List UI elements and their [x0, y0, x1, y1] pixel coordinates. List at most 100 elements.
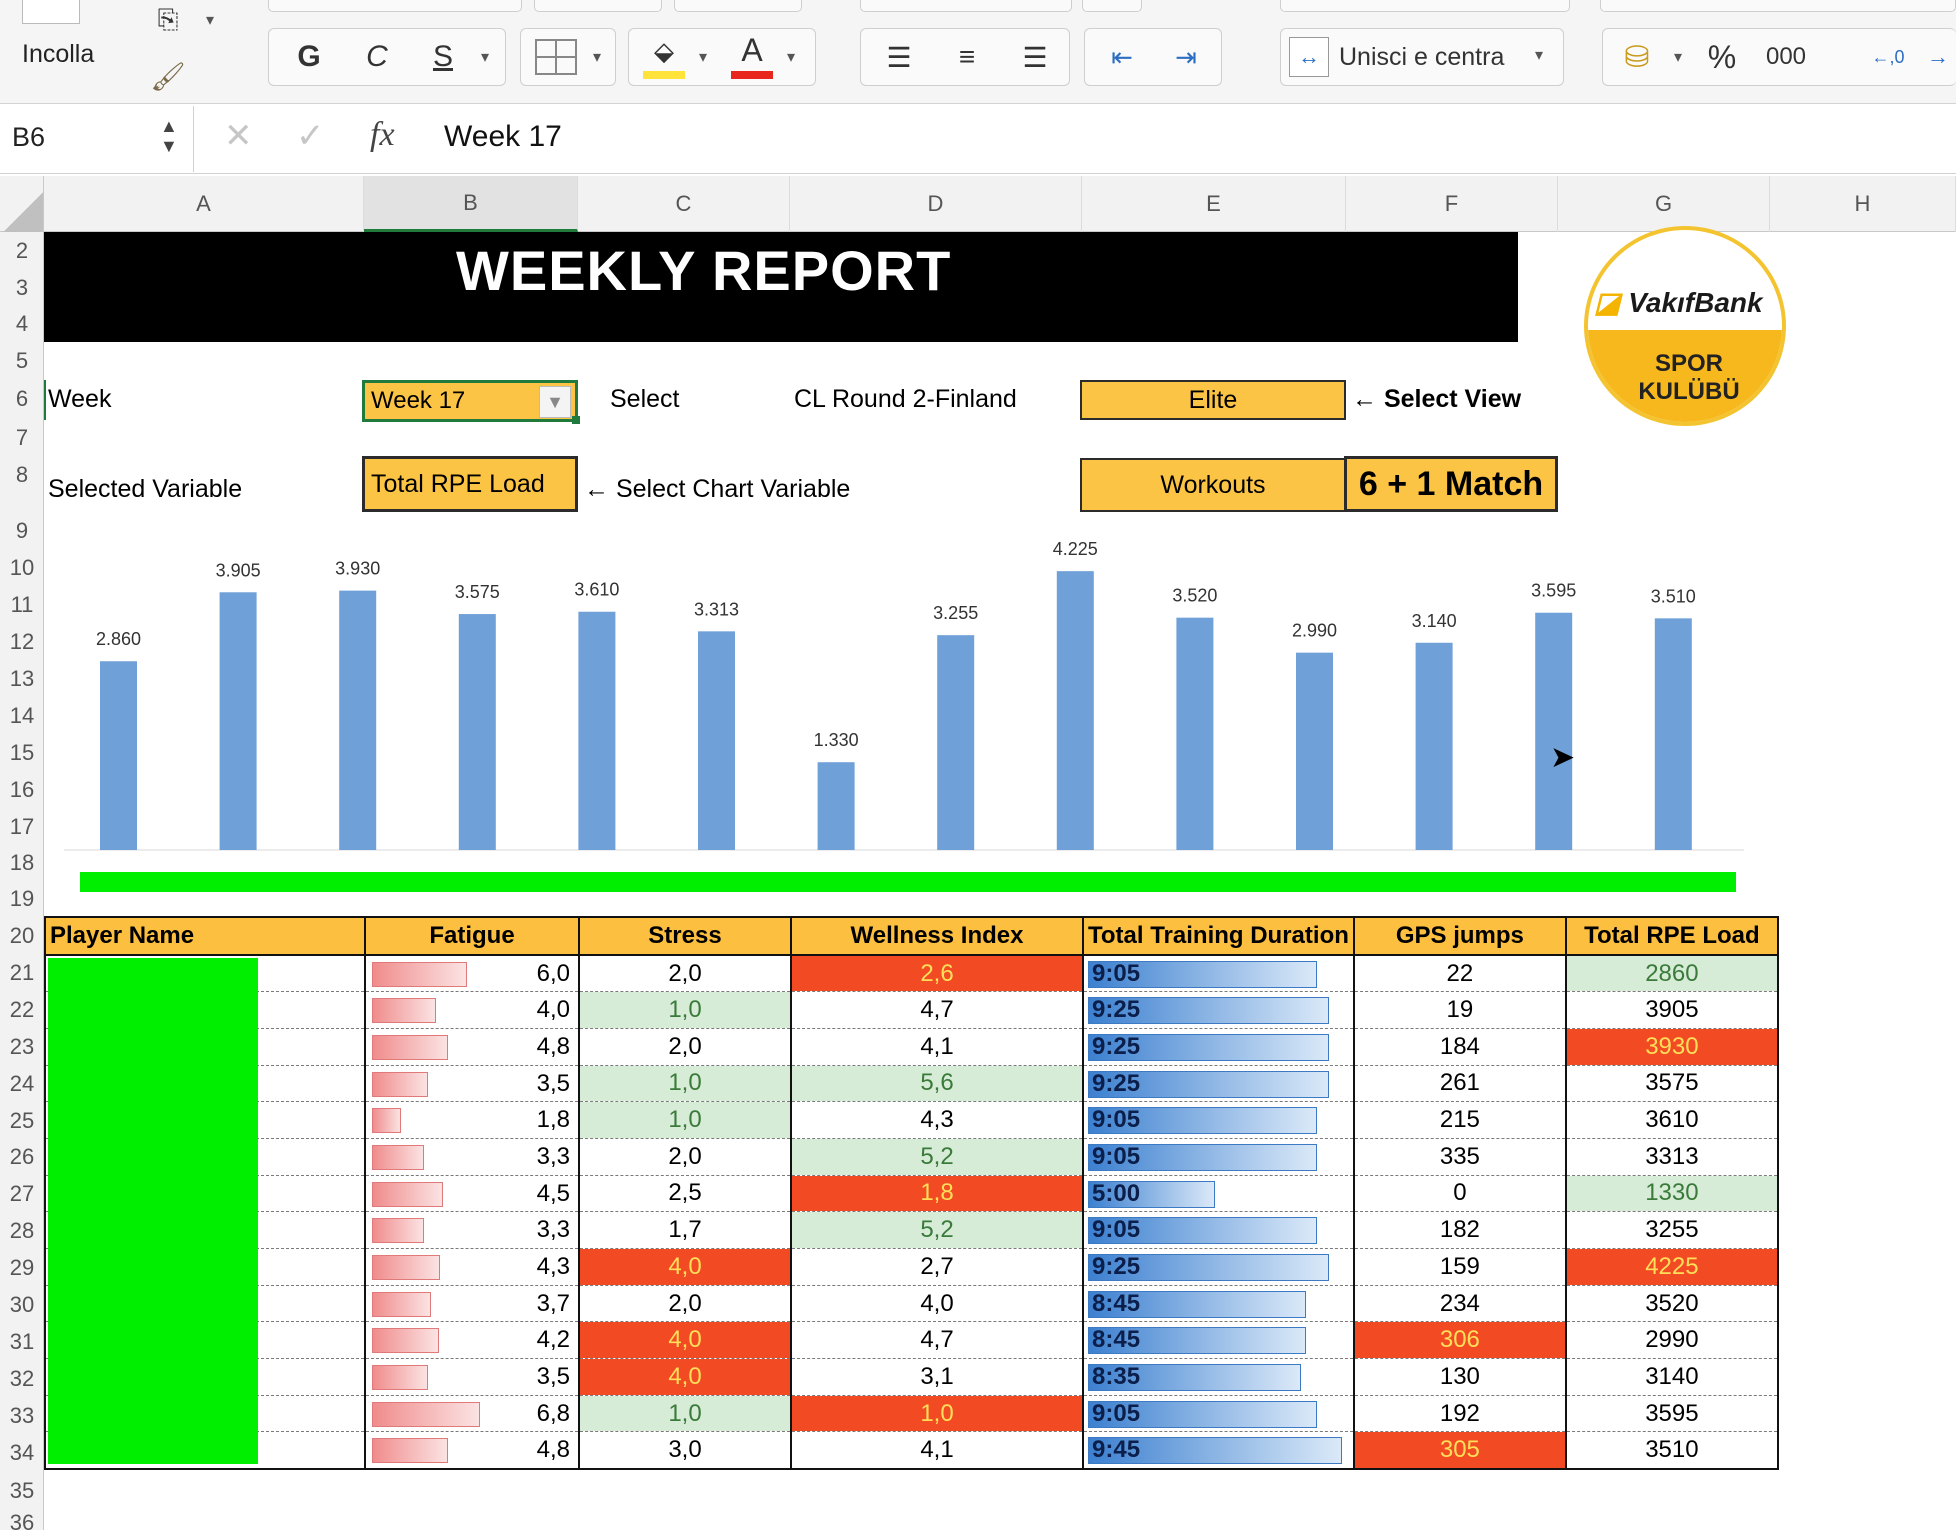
stress-cell[interactable]: 2,0	[578, 1138, 792, 1176]
wellness-cell[interactable]: 2,6	[790, 955, 1084, 993]
currency-icon[interactable]: ⛁	[1609, 33, 1665, 81]
row-header-35[interactable]: 35	[0, 1478, 44, 1504]
rpe-load-cell[interactable]: 2860	[1564, 955, 1779, 993]
stress-cell[interactable]: 1,0	[578, 991, 792, 1029]
wellness-cell[interactable]: 4,7	[790, 1321, 1084, 1360]
increase-decimal-icon[interactable]: →	[1921, 33, 1955, 81]
fatigue-cell[interactable]: 4,0	[364, 991, 580, 1029]
wellness-cell[interactable]: 4,1	[790, 1431, 1084, 1470]
header-player-name[interactable]: Player Name	[44, 916, 366, 956]
stress-cell[interactable]: 1,0	[578, 1101, 792, 1139]
fatigue-cell[interactable]: 4,3	[364, 1248, 580, 1286]
chart-bar[interactable]	[1296, 652, 1333, 850]
rpe-load-cell[interactable]: 3930	[1564, 1028, 1779, 1066]
paste-label[interactable]: Incolla	[22, 40, 94, 69]
chart-bar[interactable]	[1415, 642, 1453, 850]
duration-cell[interactable]: 9:05	[1082, 1101, 1355, 1139]
chart-bar[interactable]	[1056, 571, 1094, 850]
gps-jumps-cell[interactable]: 159	[1352, 1248, 1567, 1286]
bold-button[interactable]: G	[279, 33, 339, 81]
column-header-e[interactable]: E	[1082, 176, 1346, 232]
row-header-31[interactable]: 31	[0, 1329, 44, 1355]
orientation-box[interactable]	[860, 0, 1072, 12]
chart-bar[interactable]	[458, 614, 496, 850]
dropdown-arrow-icon[interactable]: ▼	[539, 386, 571, 418]
duration-cell[interactable]: 9:25	[1082, 1028, 1355, 1066]
duration-cell[interactable]: 5:00	[1082, 1175, 1355, 1213]
stress-cell[interactable]: 1,0	[578, 1395, 792, 1433]
merge-center-button[interactable]: ↔ Unisci e centra ▾	[1280, 28, 1564, 86]
gps-jumps-cell[interactable]: 22	[1352, 955, 1567, 993]
rpe-load-cell[interactable]: 4225	[1564, 1248, 1779, 1286]
rpe-load-cell[interactable]: 3595	[1564, 1395, 1779, 1433]
stress-cell[interactable]: 2,0	[578, 1285, 792, 1323]
row-header-2[interactable]: 2	[0, 238, 44, 264]
row-header-12[interactable]: 12	[0, 629, 44, 655]
row-header-20[interactable]: 20	[0, 923, 44, 949]
row-header-11[interactable]: 11	[0, 592, 44, 618]
row-header-18[interactable]: 18	[0, 850, 44, 876]
italic-button[interactable]: C	[347, 33, 407, 81]
wellness-cell[interactable]: 2,7	[790, 1248, 1084, 1286]
fill-handle[interactable]	[572, 416, 580, 424]
column-header-b[interactable]: B	[364, 176, 578, 232]
font-size-buttons[interactable]	[674, 0, 802, 12]
stress-cell[interactable]: 3,0	[578, 1431, 792, 1470]
rpe-load-cell[interactable]: 3610	[1564, 1101, 1779, 1139]
name-box[interactable]: B6 ▲ ▼	[0, 106, 194, 172]
wellness-cell[interactable]: 4,7	[790, 991, 1084, 1029]
wellness-cell[interactable]: 5,2	[790, 1211, 1084, 1249]
row-header-36[interactable]: 36	[0, 1510, 44, 1530]
column-header-d[interactable]: D	[790, 176, 1082, 232]
fatigue-cell[interactable]: 4,8	[364, 1431, 580, 1470]
wellness-cell[interactable]: 5,6	[790, 1065, 1084, 1103]
duration-cell[interactable]: 8:45	[1082, 1321, 1355, 1360]
wellness-cell[interactable]: 4,0	[790, 1285, 1084, 1323]
chart-bar[interactable]	[578, 611, 616, 850]
fatigue-cell[interactable]: 3,3	[364, 1138, 580, 1176]
row-header-10[interactable]: 10	[0, 555, 44, 581]
chart-bar[interactable]	[1176, 617, 1214, 850]
font-name-box[interactable]	[268, 0, 522, 12]
fatigue-cell[interactable]: 1,8	[364, 1101, 580, 1139]
select-all-corner[interactable]	[0, 176, 44, 232]
header-total-training-duration[interactable]: Total Training Duration	[1082, 916, 1355, 956]
thousands-button[interactable]: 000	[1753, 33, 1819, 81]
row-header-30[interactable]: 30	[0, 1292, 44, 1318]
wrap-text-box[interactable]	[1280, 0, 1570, 12]
row-header-13[interactable]: 13	[0, 666, 44, 692]
chart-bar[interactable]	[937, 635, 975, 850]
column-header-c[interactable]: C	[578, 176, 790, 232]
font-color-icon[interactable]: A	[729, 29, 775, 71]
decrease-indent-icon[interactable]: ⇤	[1093, 35, 1151, 79]
duration-cell[interactable]: 9:05	[1082, 1211, 1355, 1249]
number-format-box[interactable]	[1600, 0, 1956, 12]
gps-jumps-cell[interactable]: 0	[1352, 1175, 1567, 1213]
chart-bar[interactable]	[1654, 618, 1692, 850]
fatigue-cell[interactable]: 3,3	[364, 1211, 580, 1249]
view-select[interactable]: Elite	[1080, 380, 1346, 420]
borders-icon[interactable]	[535, 39, 577, 75]
wellness-cell[interactable]: 1,0	[790, 1395, 1084, 1433]
percent-button[interactable]: %	[1697, 33, 1747, 81]
column-header-h[interactable]: H	[1770, 176, 1956, 232]
row-header-29[interactable]: 29	[0, 1255, 44, 1281]
stress-cell[interactable]: 4,0	[578, 1358, 792, 1396]
row-header-25[interactable]: 25	[0, 1108, 44, 1134]
rpe-load-cell[interactable]: 3905	[1564, 991, 1779, 1029]
chevron-down-icon[interactable]: ▾	[200, 8, 220, 32]
duration-cell[interactable]: 9:25	[1082, 1065, 1355, 1103]
header-stress[interactable]: Stress	[578, 916, 792, 956]
row-header-15[interactable]: 15	[0, 740, 44, 766]
column-header-g[interactable]: G	[1558, 176, 1770, 232]
gps-jumps-cell[interactable]: 192	[1352, 1395, 1567, 1433]
fatigue-cell[interactable]: 4,5	[364, 1175, 580, 1213]
align-left-icon[interactable]: ☰	[871, 35, 927, 79]
row-header-34[interactable]: 34	[0, 1440, 44, 1466]
fatigue-cell[interactable]: 4,8	[364, 1028, 580, 1066]
fill-color-icon[interactable]: ⬙	[641, 31, 687, 71]
fatigue-cell[interactable]: 6,8	[364, 1395, 580, 1433]
row-header-32[interactable]: 32	[0, 1366, 44, 1392]
chart-bar[interactable]	[817, 762, 855, 850]
wellness-cell[interactable]: 4,3	[790, 1101, 1084, 1139]
